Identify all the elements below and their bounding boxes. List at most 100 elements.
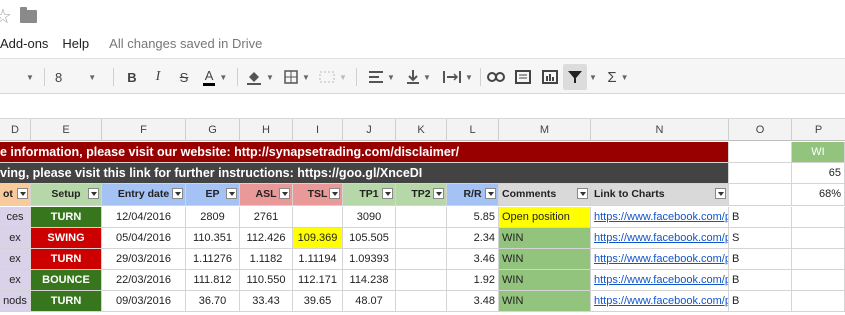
cell-asl[interactable]: 1.1182 — [240, 249, 293, 270]
cell-tsl[interactable]: 112.171 — [293, 270, 343, 291]
font-dropdown-chevron-icon[interactable]: ▼ — [18, 59, 38, 95]
column-header-m[interactable]: M — [499, 119, 591, 141]
column-header-i[interactable]: I — [293, 119, 343, 141]
cell-o[interactable]: B — [729, 291, 792, 312]
cell-entry-date[interactable]: 29/03/2016 — [102, 249, 186, 270]
cell-asl[interactable]: 2761 — [240, 207, 293, 228]
cell-ep[interactable]: 111.812 — [186, 270, 240, 291]
column-header-p[interactable]: P — [792, 119, 845, 141]
cell-rr[interactable]: 1.92 — [447, 270, 499, 291]
cell-link[interactable]: https://www.facebook.com/p — [591, 207, 729, 228]
cell-tp1[interactable]: 105.505 — [343, 228, 396, 249]
cell-p[interactable] — [792, 228, 845, 249]
cell-tp2[interactable] — [396, 270, 447, 291]
cell-product[interactable]: nods — [0, 291, 31, 312]
cell-tp2[interactable] — [396, 291, 447, 312]
cell-tp1[interactable]: 114.238 — [343, 270, 396, 291]
cell-entry-date[interactable]: 12/04/2016 — [102, 207, 186, 228]
cell-tp1[interactable]: 3090 — [343, 207, 396, 228]
cell-setup[interactable]: TURN — [31, 291, 102, 312]
header-asl[interactable]: ASL — [240, 184, 293, 206]
cell-link[interactable]: https://www.facebook.com/p — [591, 249, 729, 270]
filter-dropdown-icon[interactable] — [433, 188, 444, 199]
filter-icon[interactable] — [563, 64, 587, 90]
cell-p[interactable] — [792, 207, 845, 228]
filter-dropdown-icon[interactable] — [226, 188, 237, 199]
header-comments[interactable]: Comments — [499, 184, 591, 206]
header-tp1[interactable]: TP1 — [343, 184, 396, 206]
cell-entry-date[interactable]: 05/04/2016 — [102, 228, 186, 249]
filter-dropdown-icon[interactable] — [172, 188, 183, 199]
filter-dropdown-icon[interactable] — [577, 188, 588, 199]
vertical-align-icon[interactable]: ▼ — [403, 59, 435, 95]
cell-link[interactable]: https://www.facebook.com/p — [591, 228, 729, 249]
cell-comment[interactable]: WIN — [499, 270, 591, 291]
cell-o[interactable]: B — [729, 207, 792, 228]
cell-p[interactable] — [792, 270, 845, 291]
cell-ep[interactable]: 1.11276 — [186, 249, 240, 270]
header-product[interactable]: ot — [0, 184, 31, 206]
cell-tsl[interactable]: 1.11194 — [293, 249, 343, 270]
cell-setup[interactable]: BOUNCE — [31, 270, 102, 291]
cell-tp2[interactable] — [396, 249, 447, 270]
cell-tsl[interactable]: 39.65 — [293, 291, 343, 312]
header-tp2[interactable]: TP2 — [396, 184, 447, 206]
cell-product[interactable]: ex — [0, 228, 31, 249]
cell-setup[interactable]: TURN — [31, 207, 102, 228]
cell-ep[interactable]: 36.70 — [186, 291, 240, 312]
fill-color-icon[interactable]: ▼ — [245, 59, 275, 95]
cell-o-header[interactable] — [729, 184, 792, 206]
cell-rr[interactable]: 2.34 — [447, 228, 499, 249]
column-header-e[interactable]: E — [31, 119, 102, 141]
cell-rr[interactable]: 3.46 — [447, 249, 499, 270]
bold-icon[interactable]: B — [122, 59, 142, 95]
cell-tp1[interactable]: 48.07 — [343, 291, 396, 312]
text-wrap-icon[interactable]: ▼ — [440, 59, 476, 95]
cell-tp2[interactable] — [396, 207, 447, 228]
insert-link-icon[interactable] — [485, 59, 507, 95]
cell-o-banner1[interactable] — [729, 142, 792, 163]
cell-link[interactable]: https://www.facebook.com/p — [591, 270, 729, 291]
cell-p-win-count[interactable]: 65 — [792, 163, 845, 184]
column-header-g[interactable]: G — [186, 119, 240, 141]
merge-cells-icon[interactable]: ▼ — [318, 59, 348, 95]
cell-o[interactable]: S — [729, 228, 792, 249]
column-header-d[interactable]: D — [0, 119, 31, 141]
cell-setup[interactable]: TURN — [31, 249, 102, 270]
column-header-j[interactable]: J — [343, 119, 396, 141]
folder-icon[interactable] — [20, 7, 37, 23]
cell-asl[interactable]: 112.426 — [240, 228, 293, 249]
cell-tp1[interactable]: 1.09393 — [343, 249, 396, 270]
cell-asl[interactable]: 33.43 — [240, 291, 293, 312]
filter-dropdown-icon[interactable] — [329, 188, 340, 199]
strikethrough-icon[interactable]: S — [174, 59, 194, 95]
filter-dropdown-chevron-icon[interactable]: ▼ — [587, 59, 599, 95]
filter-dropdown-icon[interactable] — [88, 188, 99, 199]
cell-setup[interactable]: SWING — [31, 228, 102, 249]
cell-link[interactable]: https://www.facebook.com/p — [591, 291, 729, 312]
cell-entry-date[interactable]: 09/03/2016 — [102, 291, 186, 312]
cell-p[interactable] — [792, 249, 845, 270]
horizontal-align-icon[interactable]: ▼ — [366, 59, 398, 95]
filter-dropdown-icon[interactable] — [715, 188, 726, 199]
cell-entry-date[interactable]: 22/03/2016 — [102, 270, 186, 291]
filter-dropdown-icon[interactable] — [382, 188, 393, 199]
cell-ep[interactable]: 110.351 — [186, 228, 240, 249]
column-header-h[interactable]: H — [240, 119, 293, 141]
column-header-n[interactable]: N — [591, 119, 729, 141]
cell-product[interactable]: ces — [0, 207, 31, 228]
cell-comment[interactable]: Open position — [499, 207, 591, 228]
cell-rr[interactable]: 3.48 — [447, 291, 499, 312]
borders-icon[interactable]: ▼ — [282, 59, 312, 95]
filter-dropdown-icon[interactable] — [279, 188, 290, 199]
cell-tp2[interactable] — [396, 228, 447, 249]
column-header-l[interactable]: L — [447, 119, 499, 141]
text-color-icon[interactable]: A ▼ — [199, 59, 231, 95]
cell-comment[interactable]: WIN — [499, 228, 591, 249]
insert-comment-icon[interactable] — [512, 59, 534, 95]
cell-rr[interactable]: 5.85 — [447, 207, 499, 228]
cell-asl[interactable]: 110.550 — [240, 270, 293, 291]
cell-o[interactable]: B — [729, 249, 792, 270]
cell-tsl[interactable] — [293, 207, 343, 228]
cell-p[interactable] — [792, 291, 845, 312]
